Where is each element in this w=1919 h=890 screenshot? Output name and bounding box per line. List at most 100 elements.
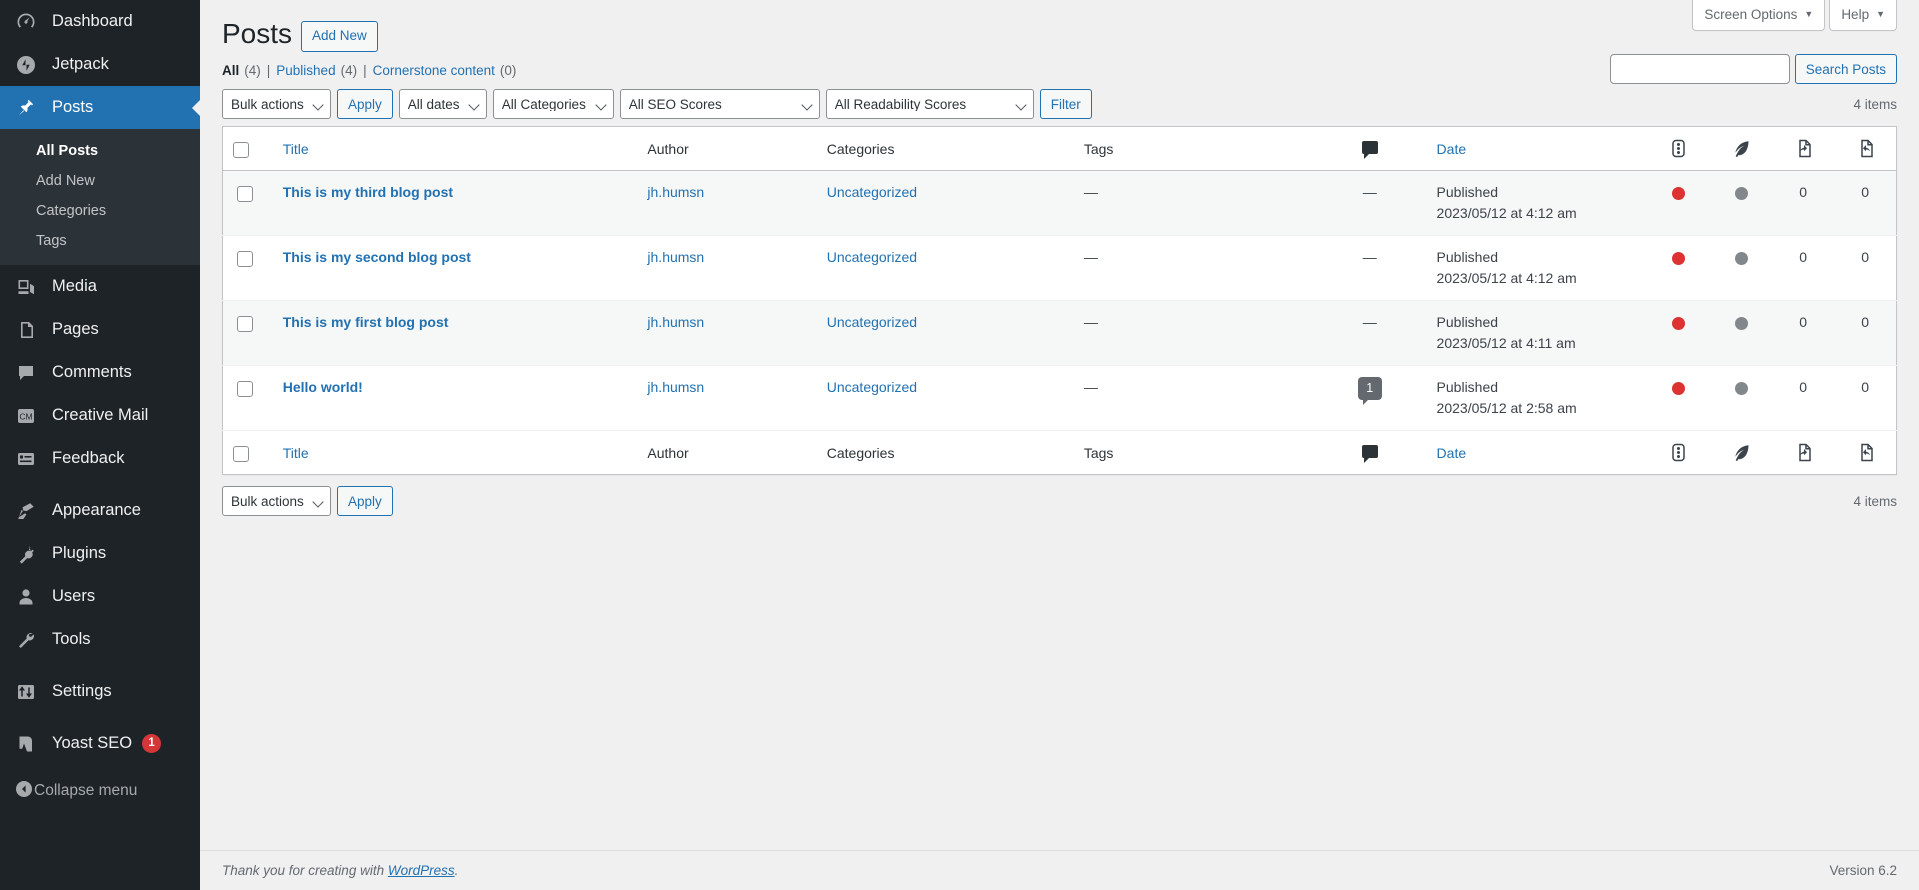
post-title-link[interactable]: This is my second blog post <box>283 249 471 265</box>
row-checkbox[interactable] <box>237 250 253 267</box>
column-header-incoming-links[interactable] <box>1772 127 1834 171</box>
view-published-link[interactable]: Published <box>276 63 335 78</box>
apply-bulk-action-button-bottom[interactable]: Apply <box>337 486 393 517</box>
view-published[interactable]: Published (4) <box>276 63 357 78</box>
date-filter-select[interactable]: All dates <box>398 89 487 120</box>
column-header-comments[interactable] <box>1313 127 1427 171</box>
sidebar-item-creative-mail[interactable]: CM Creative Mail <box>0 394 200 437</box>
post-author-link[interactable]: jh.humsn <box>647 314 704 330</box>
column-header-outgoing-links[interactable] <box>1834 127 1896 171</box>
column-footer-outgoing-links[interactable] <box>1834 431 1896 475</box>
seo-score-icon <box>1672 444 1686 462</box>
sidebar-item-feedback[interactable]: Feedback <box>0 437 200 480</box>
readability-filter-select[interactable]: All Readability Scores <box>825 89 1034 120</box>
appearance-icon <box>14 499 38 523</box>
category-filter-select[interactable]: All Categories <box>492 89 614 120</box>
view-cornerstone[interactable]: Cornerstone content (0) <box>373 63 517 78</box>
submenu-item-add-new[interactable]: Add New <box>0 166 200 196</box>
row-seo-score-cell <box>1648 301 1710 366</box>
comment-count-bubble[interactable]: 1 <box>1357 377 1382 405</box>
post-category-link[interactable]: Uncategorized <box>827 184 917 200</box>
row-readability-cell <box>1710 236 1772 301</box>
column-footer-date[interactable]: Date <box>1427 431 1648 475</box>
bulk-actions-wrap: Bulk actions <box>222 89 331 120</box>
row-readability-cell <box>1710 366 1772 431</box>
table-row: This is my second blog post jh.humsn Unc… <box>222 235 1897 301</box>
page-title-row: Posts Add New <box>222 0 1897 52</box>
column-footer-seo-score[interactable] <box>1648 431 1710 475</box>
sidebar-item-users[interactable]: Users <box>0 575 200 618</box>
filter-button[interactable]: Filter <box>1039 89 1092 120</box>
row-outgoing-links-cell: 0 <box>1861 184 1870 201</box>
submenu-item-categories[interactable]: Categories <box>0 196 200 226</box>
add-new-button[interactable]: Add New <box>301 20 378 52</box>
sort-by-date-link-footer[interactable]: Date <box>1437 445 1467 461</box>
submenu-item-tags[interactable]: Tags <box>0 226 200 256</box>
view-cornerstone-link[interactable]: Cornerstone content <box>373 63 495 78</box>
post-category-link[interactable]: Uncategorized <box>827 314 917 330</box>
screen-options-button[interactable]: Screen Options ▼ <box>1692 0 1826 31</box>
sidebar-item-appearance[interactable]: Appearance <box>0 489 200 532</box>
row-checkbox[interactable] <box>237 315 253 332</box>
sidebar-item-plugins[interactable]: Plugins <box>0 532 200 575</box>
settings-icon <box>14 680 38 704</box>
sidebar-item-label: Comments <box>52 363 132 381</box>
row-date-cell: Published 2023/05/12 at 4:11 am <box>1427 301 1648 366</box>
search-input[interactable] <box>1609 54 1790 84</box>
post-title-link[interactable]: Hello world! <box>283 379 363 395</box>
post-date-value: 2023/05/12 at 4:12 am <box>1436 270 1577 287</box>
sidebar-item-comments[interactable]: Comments <box>0 351 200 394</box>
select-all-checkbox[interactable] <box>233 142 249 159</box>
post-author-link[interactable]: jh.humsn <box>647 184 704 200</box>
view-all[interactable]: All (4) <box>222 63 261 78</box>
sidebar-item-media[interactable]: Media <box>0 265 200 308</box>
post-title-link[interactable]: This is my third blog post <box>283 184 453 200</box>
column-header-seo-score[interactable] <box>1648 127 1710 171</box>
sidebar-item-tools[interactable]: Tools <box>0 618 200 661</box>
creative-mail-icon: CM <box>14 404 38 428</box>
sidebar-item-dashboard[interactable]: Dashboard <box>0 0 200 43</box>
sort-by-title-link[interactable]: Title <box>283 141 309 157</box>
sort-by-title-link-footer[interactable]: Title <box>283 445 309 461</box>
post-category-link[interactable]: Uncategorized <box>827 379 917 395</box>
row-select-cell <box>223 301 273 366</box>
column-footer-title[interactable]: Title <box>273 431 638 475</box>
incoming-links-icon <box>1798 444 1811 462</box>
sidebar-item-label: Creative Mail <box>52 406 149 424</box>
sidebar-item-jetpack[interactable]: Jetpack <box>0 43 200 86</box>
sidebar-item-label: Plugins <box>52 544 107 562</box>
sidebar-item-settings[interactable]: Settings <box>0 670 200 713</box>
help-button[interactable]: Help ▼ <box>1829 0 1897 31</box>
displaying-num-top: 4 items <box>1853 96 1897 112</box>
post-category-link[interactable]: Uncategorized <box>827 249 917 265</box>
sidebar-item-posts[interactable]: Posts <box>0 86 200 129</box>
row-incoming-links-cell: 0 <box>1799 314 1808 331</box>
post-status-label: Published <box>1436 184 1499 201</box>
post-author-link[interactable]: jh.humsn <box>647 249 704 265</box>
submenu-item-all-posts[interactable]: All Posts <box>0 136 200 166</box>
column-header-readability[interactable] <box>1710 127 1772 171</box>
main-content: Screen Options ▼ Help ▼ Posts Add New Al… <box>200 0 1919 890</box>
bulk-actions-select-bottom[interactable]: Bulk actions <box>222 486 331 517</box>
column-header-title[interactable]: Title <box>273 127 638 171</box>
sort-by-date-link[interactable]: Date <box>1437 141 1467 157</box>
select-all-checkbox-footer[interactable] <box>233 446 249 463</box>
post-title-link[interactable]: This is my first blog post <box>283 314 449 330</box>
wordpress-link[interactable]: WordPress <box>388 863 455 878</box>
column-footer-incoming-links[interactable] <box>1772 431 1834 475</box>
sidebar-item-pages[interactable]: Pages <box>0 308 200 351</box>
view-all-link[interactable]: All <box>222 63 239 78</box>
row-checkbox[interactable] <box>237 380 253 397</box>
search-posts-button[interactable]: Search Posts <box>1794 54 1897 84</box>
column-header-date[interactable]: Date <box>1427 127 1648 171</box>
post-author-link[interactable]: jh.humsn <box>647 379 704 395</box>
column-footer-readability[interactable] <box>1710 431 1772 475</box>
column-footer-comments[interactable] <box>1313 431 1427 475</box>
apply-bulk-action-button[interactable]: Apply <box>337 89 393 120</box>
sidebar-item-yoast-seo[interactable]: Yoast SEO 1 <box>0 722 200 765</box>
collapse-menu-button[interactable]: Collapse menu <box>0 771 200 811</box>
seo-score-filter-select[interactable]: All SEO Scores <box>619 89 820 120</box>
readability-score-dot <box>1734 382 1748 396</box>
row-checkbox[interactable] <box>237 185 253 202</box>
bulk-actions-select[interactable]: Bulk actions <box>222 89 331 120</box>
